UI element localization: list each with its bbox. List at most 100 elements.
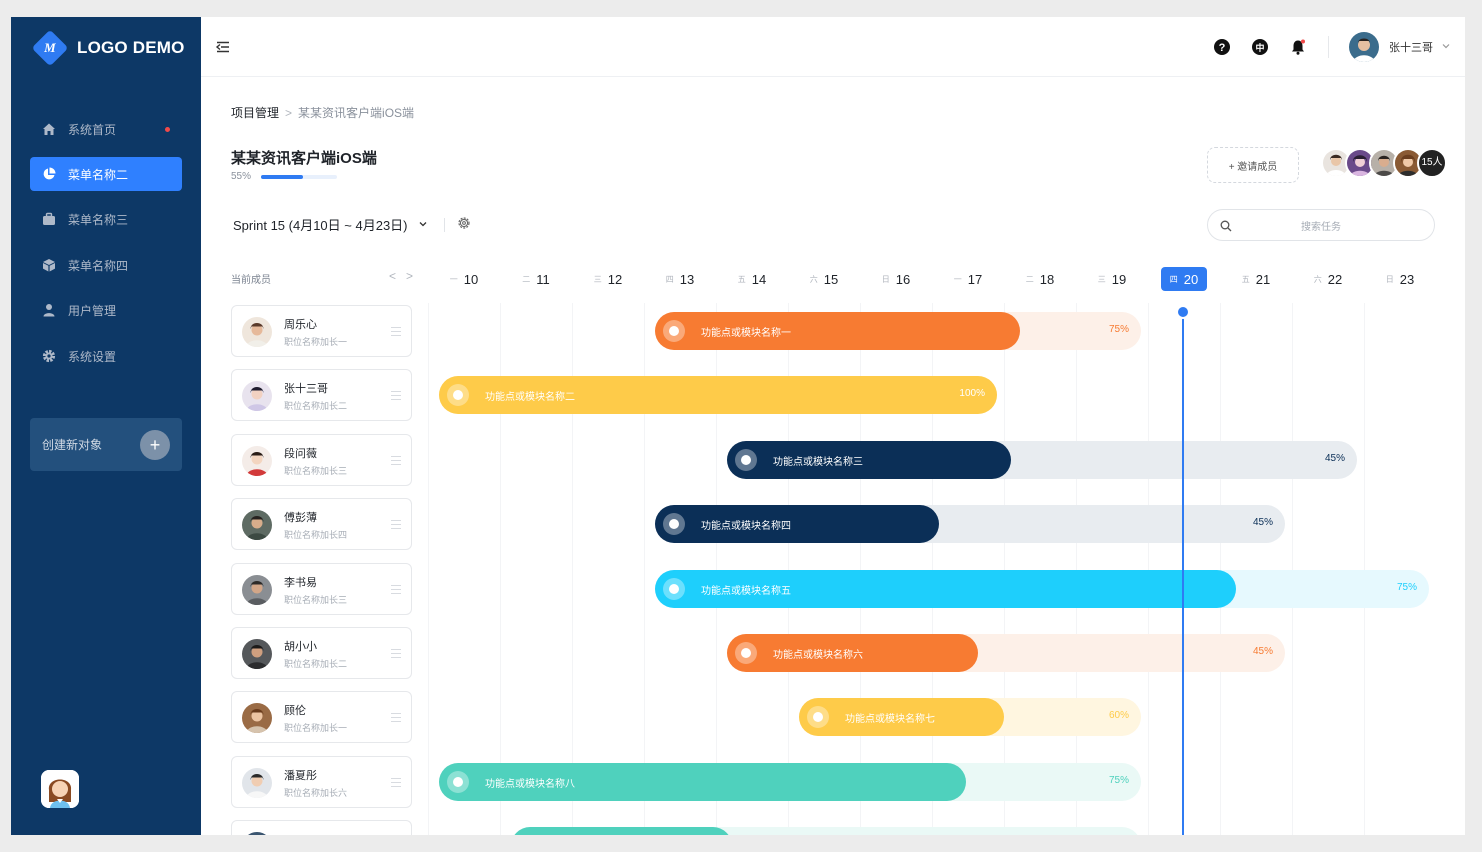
sidebar-item-label: 用户管理 <box>68 303 117 318</box>
language-icon[interactable]: 中 <box>1252 39 1268 55</box>
breadcrumb-root[interactable]: 项目管理 <box>231 106 279 120</box>
sidebar-item-label: 系统设置 <box>68 349 117 364</box>
sprint-selector[interactable]: Sprint 15 (4月10日 ~ 4月23日) <box>233 215 471 234</box>
day-header-cell[interactable]: 一 17 <box>945 267 991 291</box>
logo[interactable]: M LOGO DEMO <box>31 29 185 67</box>
more-members-count[interactable]: 15人 <box>1417 148 1447 178</box>
day-header-cell[interactable]: 四 20 <box>1161 267 1207 291</box>
day-header-cell[interactable]: 日 16 <box>873 267 919 291</box>
member-card[interactable]: 李书易 职位名称加长三 <box>231 562 412 615</box>
task-bar[interactable]: 功能点或模块名称四 45% <box>655 505 1285 544</box>
create-new-object-button[interactable]: 创建新对象 + <box>30 418 182 471</box>
day-number: 11 <box>536 271 550 287</box>
plus-icon[interactable]: + <box>140 430 170 460</box>
svg-text:?: ? <box>1219 42 1226 54</box>
sidebar-item-settings[interactable]: 系统设置 <box>30 339 182 373</box>
weekday-label: 四 <box>1169 274 1178 284</box>
task-status-toggle-icon[interactable] <box>663 577 685 600</box>
task-status-toggle-icon[interactable] <box>447 770 469 793</box>
drag-handle-icon[interactable] <box>391 713 401 723</box>
menu-collapse-icon[interactable] <box>215 39 231 55</box>
breadcrumb: 项目管理 > 某某资讯客户端iOS端 <box>231 104 414 121</box>
day-header-cell[interactable]: 五 21 <box>1233 267 1279 291</box>
sidebar-item-menu-4[interactable]: 菜单名称四 <box>30 248 182 282</box>
chevron-down-icon[interactable] <box>418 217 428 232</box>
task-bar[interactable]: 功能点或模块名称五 75% <box>655 569 1429 608</box>
sidebar-item-home[interactable]: 系统首页 <box>30 112 182 146</box>
task-label: 功能点或模块名称四 <box>701 521 791 533</box>
task-status-toggle-icon[interactable] <box>735 448 757 471</box>
member-name: 顾伦 <box>284 705 306 718</box>
weekday-label: 二 <box>522 274 531 284</box>
day-number: 20 <box>1183 271 1199 287</box>
weekday-label: 五 <box>1241 274 1250 284</box>
member-card[interactable]: 傅彭薄 职位名称加长四 <box>231 498 412 551</box>
task-bar[interactable]: 功能点或模块名称三 45% <box>727 440 1357 479</box>
member-card[interactable]: 顾伦 职位名称加长一 <box>231 691 412 744</box>
user-avatar[interactable] <box>1349 32 1379 62</box>
invite-member-button[interactable]: + 邀请成员 <box>1207 147 1299 183</box>
next-week-icon[interactable]: > <box>406 269 413 283</box>
day-header-cell[interactable]: 二 11 <box>513 267 559 291</box>
drag-handle-icon[interactable] <box>391 777 401 787</box>
task-bar[interactable]: 功能点或模块名称六 45% <box>727 634 1285 672</box>
drag-handle-icon[interactable] <box>391 455 401 465</box>
drag-handle-icon[interactable] <box>391 649 401 658</box>
day-header-cell[interactable]: 六 22 <box>1305 267 1351 291</box>
task-bar[interactable]: 功能点或模块名称二 100% <box>439 376 997 415</box>
member-name: 段问薇 <box>284 447 317 460</box>
drag-handle-icon[interactable] <box>391 584 401 594</box>
weekday-label: 二 <box>1025 274 1034 284</box>
task-status-toggle-icon[interactable] <box>735 642 757 664</box>
task-label: 功能点或模块名称七 <box>845 714 935 726</box>
avatar <box>242 510 272 541</box>
member-card[interactable] <box>231 820 412 835</box>
avatar <box>242 767 272 798</box>
day-header-cell[interactable]: 一 10 <box>441 267 487 291</box>
divider <box>443 217 445 232</box>
task-status-toggle-icon[interactable] <box>663 320 685 342</box>
member-card[interactable]: 胡小小 职位名称加长二 <box>231 627 412 679</box>
member-name: 张十三哥 <box>284 383 328 396</box>
prev-week-icon[interactable]: < <box>389 269 396 283</box>
task-bar[interactable] <box>511 827 1141 835</box>
task-bar[interactable]: 功能点或模块名称七 60% <box>799 698 1141 737</box>
day-number: 14 <box>751 271 767 287</box>
task-bar[interactable]: 功能点或模块名称一 75% <box>655 312 1141 350</box>
chevron-down-icon[interactable] <box>1441 38 1451 56</box>
search-task-input[interactable]: 搜索任务 <box>1207 209 1435 241</box>
day-header-cell[interactable]: 三 19 <box>1089 267 1135 291</box>
day-header-cell[interactable]: 五 14 <box>729 267 775 291</box>
day-header-cell[interactable]: 三 12 <box>585 267 631 291</box>
help-icon[interactable]: ? <box>1214 39 1230 55</box>
day-header-cell[interactable]: 四 13 <box>657 267 703 291</box>
sidebar-item-menu-2[interactable]: 菜单名称二 <box>30 157 182 191</box>
sidebar-item-users[interactable]: 用户管理 <box>30 293 182 327</box>
drag-handle-icon[interactable] <box>391 520 401 530</box>
avatar <box>242 574 272 605</box>
sidebar-item-menu-3[interactable]: 菜单名称三 <box>30 202 182 236</box>
member-card[interactable]: 段问薇 职位名称加长三 <box>231 433 412 486</box>
weekday-label: 三 <box>593 274 602 284</box>
day-number: 18 <box>1039 271 1055 287</box>
member-card[interactable]: 潘夏彤 职位名称加长六 <box>231 755 412 808</box>
drag-handle-icon[interactable] <box>391 391 401 401</box>
user-avatar-bottom[interactable] <box>41 770 79 808</box>
day-number: 23 <box>1399 271 1415 287</box>
day-header-cell[interactable]: 六 15 <box>801 267 847 291</box>
day-header-cell[interactable]: 二 18 <box>1017 267 1063 291</box>
app-window: M LOGO DEMO 系统首页 菜单名称二 菜单名称三 菜单名称四 用户管理 … <box>11 17 1465 835</box>
task-percent: 75% <box>1396 581 1417 593</box>
member-name: 胡小小 <box>284 641 317 653</box>
task-bar[interactable]: 功能点或模块名称八 75% <box>439 762 1141 801</box>
bell-icon[interactable] <box>1290 39 1306 55</box>
member-card[interactable]: 周乐心 职位名称加长一 <box>231 305 412 357</box>
member-card[interactable]: 张十三哥 职位名称加长二 <box>231 369 412 422</box>
day-header-cell[interactable]: 日 23 <box>1377 267 1423 291</box>
pie-chart-icon <box>42 167 56 181</box>
drag-handle-icon[interactable] <box>391 327 401 336</box>
member-avatar-group[interactable]: 15人 <box>1321 148 1447 182</box>
settings-gear-icon[interactable] <box>457 216 471 233</box>
user-name[interactable]: 张十三哥 <box>1389 39 1433 55</box>
breadcrumb-separator: > <box>285 106 293 120</box>
